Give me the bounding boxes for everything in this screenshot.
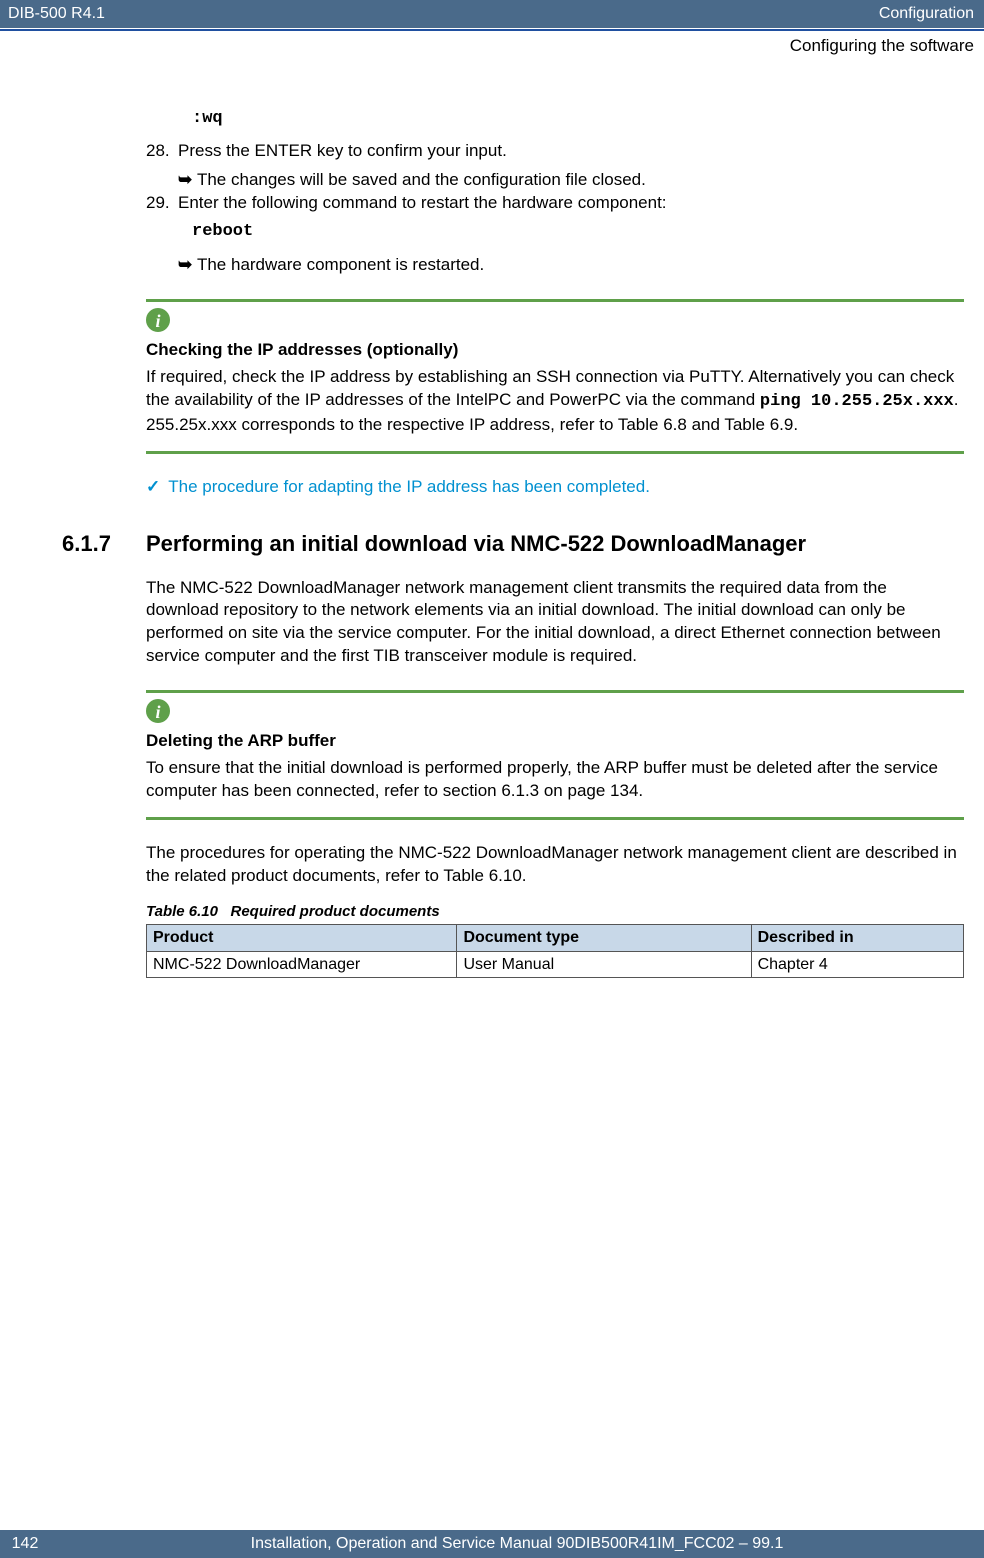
step-29: 29.Enter the following command to restar… <box>146 192 964 215</box>
intro-paragraph: The NMC-522 DownloadManager network mana… <box>146 577 964 669</box>
th-described: Described in <box>751 925 963 952</box>
header-right: Configuration <box>879 3 974 25</box>
info-arp-title: Deleting the ARP buffer <box>146 730 964 753</box>
section-title: Performing an initial download via NMC-5… <box>146 529 806 559</box>
td-described: Chapter 4 <box>751 951 963 978</box>
info-ip-title: Checking the IP addresses (optionally) <box>146 339 964 362</box>
td-doctype: User Manual <box>457 951 751 978</box>
step-28-result-text: The changes will be saved and the config… <box>197 170 646 189</box>
table-caption-num: Table 6.10 <box>146 903 218 920</box>
table-caption: Table 6.10 Required product documents <box>146 902 964 922</box>
separator-rule <box>146 451 964 454</box>
table-row: NMC-522 DownloadManager User Manual Chap… <box>147 951 964 978</box>
step-29-text: Enter the following command to restart t… <box>178 192 960 215</box>
step-29-number: 29. <box>146 192 178 215</box>
step-29-result: ➥ The hardware component is restarted. <box>178 254 964 277</box>
header-subtitle: Configuring the software <box>0 31 984 58</box>
info-ip-code: ping 10.255.25x.xxx <box>760 392 954 411</box>
header-bar: DIB-500 R4.1 Configuration <box>0 0 984 28</box>
table-header-row: Product Document type Described in <box>147 925 964 952</box>
section-number: 6.1.7 <box>62 529 146 559</box>
page-content: :wq 28.Press the ENTER key to confirm yo… <box>0 58 984 979</box>
code-wq: :wq <box>192 108 964 131</box>
procedures-paragraph: The procedures for operating the NMC-522… <box>146 842 964 888</box>
step-28-result: ➥ The changes will be saved and the conf… <box>178 169 964 192</box>
step-28-number: 28. <box>146 140 178 163</box>
th-doctype: Document type <box>457 925 751 952</box>
footer-text: Installation, Operation and Service Manu… <box>50 1530 984 1558</box>
completion-text: The procedure for adapting the IP addres… <box>168 477 650 496</box>
info-block-ip: i Checking the IP addresses (optionally)… <box>146 308 964 437</box>
code-reboot: reboot <box>192 221 964 244</box>
completion-line: ✓ The procedure for adapting the IP addre… <box>146 476 964 499</box>
info-ip-body: If required, check the IP address by est… <box>146 366 964 437</box>
info-block-arp: i Deleting the ARP buffer To ensure that… <box>146 699 964 803</box>
info-icon: i <box>146 699 170 723</box>
page-number: 142 <box>0 1530 50 1558</box>
separator-rule <box>146 299 964 302</box>
result-arrow-icon: ➥ <box>178 170 197 189</box>
product-documents-table: Product Document type Described in NMC-5… <box>146 924 964 978</box>
th-product: Product <box>147 925 457 952</box>
check-icon: ✓ <box>146 477 160 496</box>
result-arrow-icon: ➥ <box>178 255 197 274</box>
info-icon: i <box>146 308 170 332</box>
section-heading: 6.1.7 Performing an initial download via… <box>62 529 964 559</box>
step-28-text: Press the ENTER key to confirm your inpu… <box>178 140 960 163</box>
table-caption-text: Required product documents <box>231 903 440 920</box>
step-29-result-text: The hardware component is restarted. <box>197 255 484 274</box>
info-arp-body: To ensure that the initial download is p… <box>146 757 964 803</box>
separator-rule <box>146 817 964 820</box>
footer-bar: 142 Installation, Operation and Service … <box>0 1530 984 1558</box>
step-28: 28.Press the ENTER key to confirm your i… <box>146 140 964 163</box>
header-left: DIB-500 R4.1 <box>8 3 105 25</box>
td-product: NMC-522 DownloadManager <box>147 951 457 978</box>
separator-rule <box>146 690 964 693</box>
